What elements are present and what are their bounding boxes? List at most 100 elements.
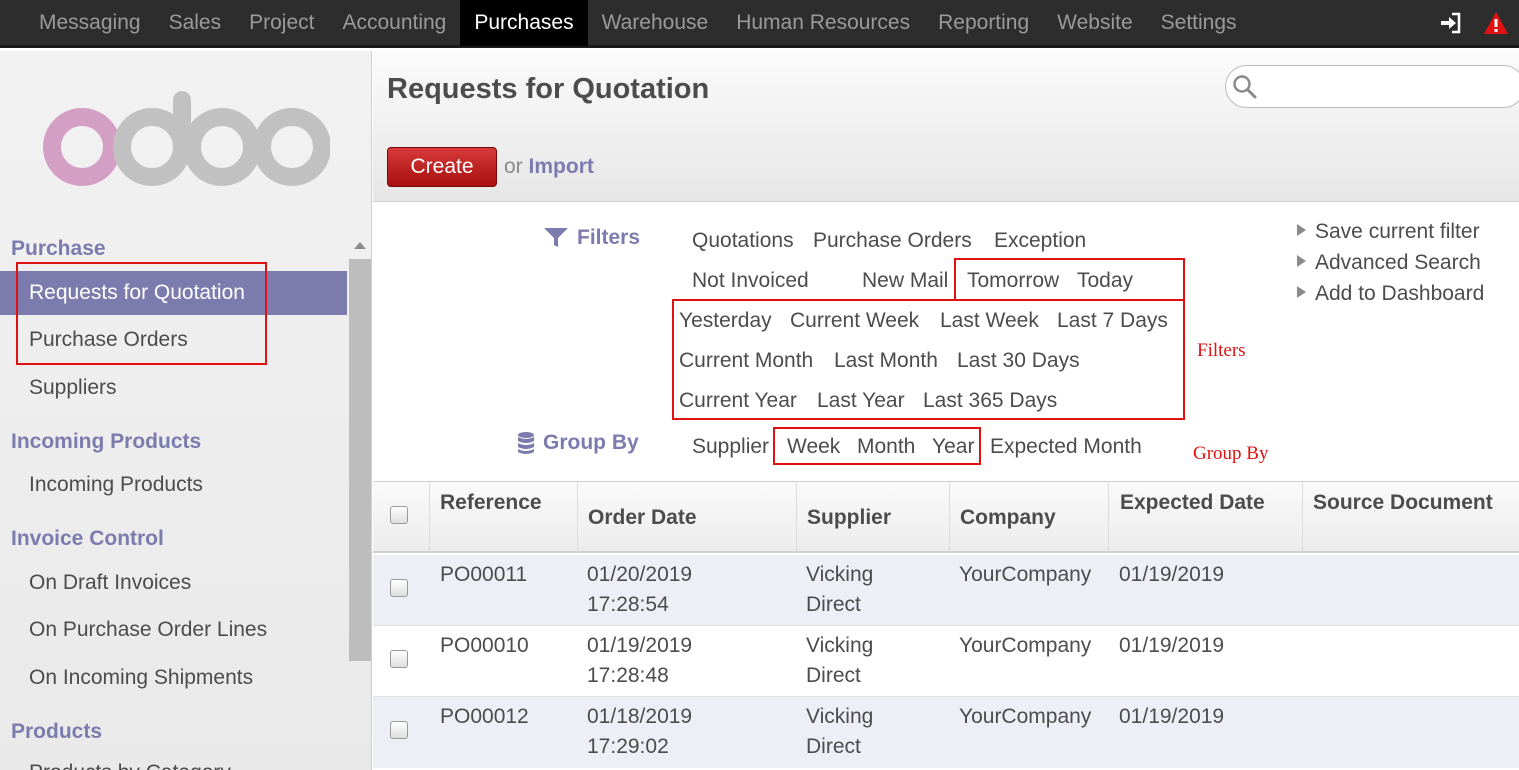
column-source-document[interactable]: Source Document xyxy=(1313,491,1493,515)
import-link[interactable]: Import xyxy=(529,155,594,178)
filters-header: Filters xyxy=(543,226,640,250)
table-row[interactable]: PO00010 01/19/2019 17:28:48 Vicking Dire… xyxy=(373,626,1519,697)
scrollbar-thumb[interactable] xyxy=(349,259,371,661)
add-to-dashboard-link[interactable]: Add to Dashboard xyxy=(1297,282,1484,306)
sidebar-item-on-incoming-shipments[interactable]: On Incoming Shipments xyxy=(0,656,347,700)
column-order-date[interactable]: Order Date xyxy=(588,506,697,530)
sidebar-item-on-purchase-order-lines[interactable]: On Purchase Order Lines xyxy=(0,608,347,652)
menu-human-resources[interactable]: Human Resources xyxy=(722,0,924,46)
sign-in-icon[interactable] xyxy=(1427,0,1473,46)
cell-supplier: Vicking Direct xyxy=(806,563,874,616)
highlight-box-filters-top xyxy=(954,258,1185,301)
menu-website[interactable]: Website xyxy=(1043,0,1146,46)
menu-accounting[interactable]: Accounting xyxy=(328,0,460,46)
menu-settings[interactable]: Settings xyxy=(1147,0,1251,46)
cell-supplier: Vicking Direct xyxy=(806,705,874,758)
filter-purchase-orders[interactable]: Purchase Orders xyxy=(813,229,972,253)
filter-new-mail[interactable]: New Mail xyxy=(862,269,948,293)
odoo-logo xyxy=(43,91,330,186)
column-separator xyxy=(577,482,578,552)
column-separator xyxy=(1108,482,1109,552)
cell-reference: PO00010 xyxy=(440,634,529,657)
triangle-right-icon xyxy=(1297,224,1306,237)
warning-icon[interactable] xyxy=(1473,0,1519,46)
column-company[interactable]: Company xyxy=(960,506,1056,530)
cell-company: YourCompany xyxy=(959,634,1092,657)
triangle-right-icon xyxy=(1297,255,1306,268)
advanced-search-label: Advanced Search xyxy=(1315,251,1481,274)
cell-order-date: 01/19/2019 17:28:48 xyxy=(587,634,693,687)
menu-sales[interactable]: Sales xyxy=(155,0,236,46)
cell-expected-date: 01/19/2019 xyxy=(1119,705,1225,728)
save-current-filter-link[interactable]: Save current filter xyxy=(1297,220,1480,244)
column-reference[interactable]: Reference xyxy=(440,491,542,515)
row-checkbox[interactable] xyxy=(390,721,408,739)
cell-reference: PO00012 xyxy=(440,705,529,728)
database-icon xyxy=(517,431,535,455)
scroll-up-arrow-icon[interactable] xyxy=(354,242,366,249)
menu-reporting[interactable]: Reporting xyxy=(924,0,1043,46)
menu-project[interactable]: Project xyxy=(235,0,328,46)
add-to-dashboard-label: Add to Dashboard xyxy=(1315,282,1485,305)
filter-quotations[interactable]: Quotations xyxy=(692,229,794,253)
cell-order-date: 01/18/2019 17:29:02 xyxy=(587,705,693,758)
cell-company: YourCompany xyxy=(959,705,1092,728)
search-box[interactable] xyxy=(1225,65,1519,108)
annotation-filters: Filters xyxy=(1197,340,1246,361)
table-row[interactable]: PO00012 01/18/2019 17:29:02 Vicking Dire… xyxy=(373,697,1519,768)
column-expected-date[interactable]: Expected Date xyxy=(1120,491,1265,515)
select-all-checkbox[interactable] xyxy=(390,506,408,524)
search-icon xyxy=(1233,75,1257,99)
column-separator xyxy=(796,482,797,552)
menu-purchases[interactable]: Purchases xyxy=(460,0,588,46)
sidebar-item-products-by-category[interactable]: Products by Category xyxy=(0,751,347,770)
section-invoice-control: Invoice Control xyxy=(11,527,164,550)
section-incoming-products: Incoming Products xyxy=(11,430,202,453)
groupby-title: Group By xyxy=(543,431,639,454)
cell-supplier: Vicking Direct xyxy=(806,634,874,687)
cell-company: YourCompany xyxy=(959,563,1092,586)
table-header: Reference Order Date Supplier Company Ex… xyxy=(373,481,1519,553)
section-products: Products xyxy=(11,720,103,743)
groupby-supplier[interactable]: Supplier xyxy=(692,435,769,459)
sidebar-item-on-draft-invoices[interactable]: On Draft Invoices xyxy=(0,561,347,605)
triangle-right-icon xyxy=(1297,286,1306,299)
save-current-filter-label: Save current filter xyxy=(1315,220,1480,243)
highlight-box-sidebar xyxy=(16,262,267,365)
cell-order-date: 01/20/2019 17:28:54 xyxy=(587,563,693,616)
filter-not-invoiced[interactable]: Not Invoiced xyxy=(692,269,809,293)
column-separator xyxy=(949,482,950,552)
column-separator xyxy=(1302,482,1303,552)
cell-reference: PO00011 xyxy=(440,563,528,586)
search-input[interactable] xyxy=(1266,72,1506,102)
highlight-box-groupby xyxy=(773,427,981,465)
cell-expected-date: 01/19/2019 xyxy=(1119,634,1225,657)
create-button[interactable]: Create xyxy=(387,147,497,187)
column-supplier[interactable]: Supplier xyxy=(807,506,891,530)
top-navbar: Messaging Sales Project Accounting Purch… xyxy=(0,0,1519,48)
top-right-icons xyxy=(1427,0,1519,46)
section-purchase: Purchase xyxy=(11,237,106,260)
filters-title: Filters xyxy=(577,226,641,249)
highlight-box-filters-dates xyxy=(672,299,1185,420)
row-checkbox[interactable] xyxy=(390,650,408,668)
top-menu: Messaging Sales Project Accounting Purch… xyxy=(25,0,1251,46)
cell-expected-date: 01/19/2019 xyxy=(1119,563,1225,586)
groupby-expected-month[interactable]: Expected Month xyxy=(990,435,1142,459)
filter-icon xyxy=(543,227,569,249)
menu-warehouse[interactable]: Warehouse xyxy=(588,0,723,46)
sidebar-item-incoming-products[interactable]: Incoming Products xyxy=(0,463,347,507)
sidebar: Purchase Requests for Quotation Purchase… xyxy=(0,51,372,770)
menu-messaging[interactable]: Messaging xyxy=(25,0,155,46)
table-row[interactable]: PO00011 01/20/2019 17:28:54 Vicking Dire… xyxy=(373,555,1519,626)
sidebar-scrollbar[interactable] xyxy=(349,237,371,770)
sidebar-item-suppliers[interactable]: Suppliers xyxy=(0,366,347,410)
advanced-search-link[interactable]: Advanced Search xyxy=(1297,251,1481,275)
annotation-groupby: Group By xyxy=(1193,443,1269,464)
filter-exception[interactable]: Exception xyxy=(994,229,1086,253)
or-label: or xyxy=(504,155,523,178)
or-import: or Import xyxy=(504,155,594,179)
page-title: Requests for Quotation xyxy=(387,73,710,105)
row-checkbox[interactable] xyxy=(390,579,408,597)
column-separator xyxy=(429,482,430,552)
